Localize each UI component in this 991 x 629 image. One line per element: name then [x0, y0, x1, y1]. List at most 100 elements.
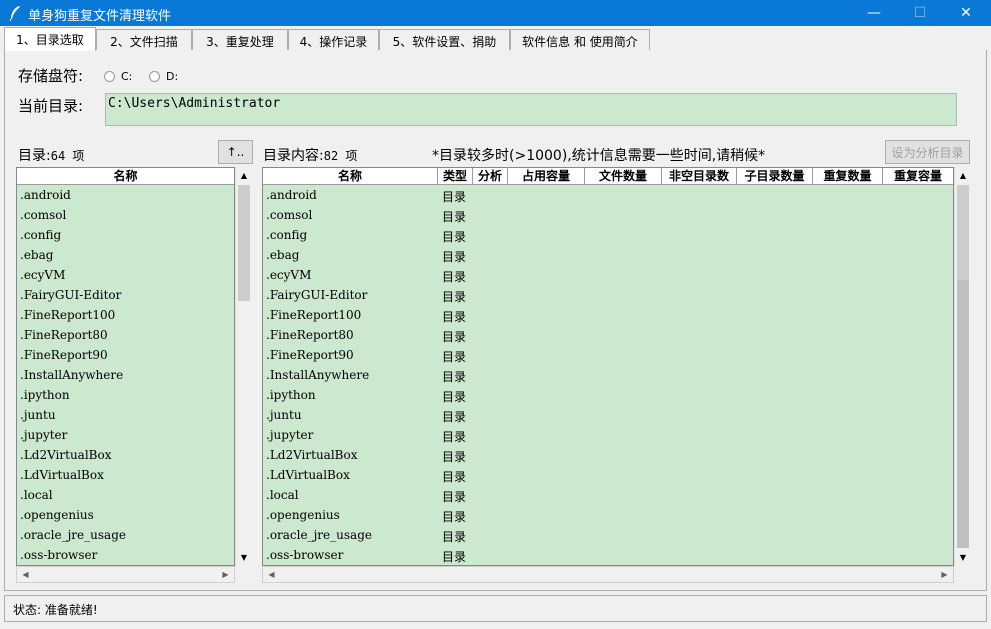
list-item[interactable]: .local — [17, 486, 234, 506]
list-item[interactable]: .jupyter — [17, 426, 234, 446]
scroll-thumb[interactable] — [238, 185, 250, 301]
table-row[interactable]: .InstallAnywhere 目录 — [263, 366, 953, 386]
current-dir-label: 当前目录: — [18, 97, 84, 115]
table-row[interactable]: .opengenius 目录 — [263, 506, 953, 526]
tab-software-info[interactable]: 软件信息 和 使用简介 — [510, 29, 650, 50]
row-name: .comsol — [266, 208, 313, 222]
list-item[interactable]: .opengenius — [17, 506, 234, 526]
table-row[interactable]: .local 目录 — [263, 486, 953, 506]
column-header-name[interactable]: 名称 — [17, 168, 234, 185]
scroll-track[interactable] — [957, 280, 969, 548]
row-type: 目录 — [442, 450, 467, 464]
row-type: 目录 — [442, 310, 467, 324]
list-item[interactable]: .ipython — [17, 386, 234, 406]
column-header-subdir-count[interactable]: 子目录数量 — [737, 168, 813, 185]
tab-operation-log[interactable]: 4、操作记录 — [288, 29, 379, 50]
column-header-nonempty-dirs[interactable]: 非空目录数 — [662, 168, 737, 185]
directory-list[interactable]: 名称 .android .comsol .config .ebag .ecyVM .Fai… — [16, 167, 235, 566]
scroll-up-icon[interactable]: ▲ — [955, 167, 971, 184]
column-header-file-count[interactable]: 文件数量 — [585, 168, 662, 185]
drive-label: 存储盘符: — [18, 67, 84, 85]
column-header-name[interactable]: 名称 — [263, 168, 438, 185]
directory-content-table[interactable]: 名称 类型 分析 占用容量 文件数量 非空目录数 子目录数量 重复数量 重复容量… — [262, 167, 954, 566]
table-row[interactable]: .comsol 目录 — [263, 206, 953, 226]
scroll-down-icon[interactable]: ▼ — [955, 549, 971, 566]
list-item-name: .local — [20, 488, 53, 502]
column-header-dup-size[interactable]: 重复容量 — [883, 168, 953, 185]
list-item[interactable]: .config — [17, 226, 234, 246]
left-count: 目录:64 项 — [18, 148, 85, 164]
row-type: 目录 — [442, 390, 467, 404]
table-row[interactable]: .oracle_jre_usage 目录 — [263, 526, 953, 546]
row-name: .FineReport80 — [266, 328, 354, 342]
table-row[interactable]: .ecyVM 目录 — [263, 266, 953, 286]
maximize-button[interactable]: ☐ — [897, 0, 943, 26]
tab-settings-donate[interactable]: 5、软件设置、捐助 — [379, 29, 510, 50]
row-name: .jupyter — [266, 428, 314, 442]
list-item[interactable]: .FineReport90 — [17, 346, 234, 366]
tab-duplicate-handling[interactable]: 3、重复处理 — [192, 29, 288, 50]
drive-radio-d[interactable]: D: — [149, 70, 178, 83]
list-item[interactable]: .FineReport80 — [17, 326, 234, 346]
row-name: .oracle_jre_usage — [266, 528, 372, 542]
status-bar: 状态: 准备就绪! — [4, 595, 987, 622]
list-item[interactable]: .android — [17, 186, 234, 206]
scroll-thumb[interactable] — [957, 185, 969, 280]
close-button[interactable]: ✕ — [943, 0, 989, 26]
parent-dir-button[interactable]: ↑.. — [218, 140, 253, 164]
list-item[interactable]: .FairyGUI-Editor — [17, 286, 234, 306]
row-type: 目录 — [442, 290, 467, 304]
scroll-left-icon[interactable]: ◀ — [263, 567, 280, 582]
scroll-left-icon[interactable]: ◀ — [17, 567, 34, 582]
list-item[interactable]: .oss-browser — [17, 546, 234, 565]
scroll-down-icon[interactable]: ▼ — [236, 549, 252, 566]
maximize-icon: ☐ — [913, 5, 927, 21]
window-title: 单身狗重复文件清理软件 — [28, 9, 172, 24]
table-row[interactable]: .FairyGUI-Editor 目录 — [263, 286, 953, 306]
current-dir-field[interactable]: C:\Users\Administrator — [105, 93, 957, 126]
tab-file-scan[interactable]: 2、文件扫描 — [96, 29, 192, 50]
table-row[interactable]: .ipython 目录 — [263, 386, 953, 406]
row-type: 目录 — [442, 530, 467, 544]
minimize-button[interactable]: — — [851, 0, 897, 26]
list-item[interactable]: .comsol — [17, 206, 234, 226]
table-row[interactable]: .FineReport100 目录 — [263, 306, 953, 326]
tab-directory-select[interactable]: 1、目录选取 — [4, 27, 96, 51]
right-vertical-scrollbar[interactable]: ▲ ▼ — [954, 167, 971, 566]
list-item[interactable]: .LdVirtualBox — [17, 466, 234, 486]
row-name: .local — [266, 488, 299, 502]
list-item[interactable]: .FineReport100 — [17, 306, 234, 326]
table-row[interactable]: .juntu 目录 — [263, 406, 953, 426]
table-row[interactable]: .LdVirtualBox 目录 — [263, 466, 953, 486]
list-item-name: .LdVirtualBox — [20, 468, 104, 482]
row-name: .FineReport90 — [266, 348, 354, 362]
table-row[interactable]: .FineReport90 目录 — [263, 346, 953, 366]
table-row[interactable]: .oss-browser 目录 — [263, 546, 953, 565]
table-row[interactable]: .ebag 目录 — [263, 246, 953, 266]
table-row[interactable]: .android 目录 — [263, 186, 953, 206]
list-item[interactable]: .InstallAnywhere — [17, 366, 234, 386]
left-vertical-scrollbar[interactable]: ▲ ▼ — [235, 167, 252, 566]
set-analysis-dir-button[interactable]: 设为分析目录 — [885, 140, 970, 164]
column-header-size[interactable]: 占用容量 — [508, 168, 585, 185]
scroll-right-icon[interactable]: ▶ — [936, 567, 953, 582]
row-type: 目录 — [442, 370, 467, 384]
column-header-dup-count[interactable]: 重复数量 — [813, 168, 883, 185]
table-row[interactable]: .jupyter 目录 — [263, 426, 953, 446]
scroll-up-icon[interactable]: ▲ — [236, 167, 252, 184]
column-header-type[interactable]: 类型 — [438, 168, 473, 185]
table-row[interactable]: .config 目录 — [263, 226, 953, 246]
list-item[interactable]: .oracle_jre_usage — [17, 526, 234, 546]
left-horizontal-scrollbar[interactable]: ◀ ▶ — [16, 566, 235, 583]
table-row[interactable]: .Ld2VirtualBox 目录 — [263, 446, 953, 466]
column-header-analysis[interactable]: 分析 — [473, 168, 508, 185]
list-item[interactable]: .ecyVM — [17, 266, 234, 286]
list-item[interactable]: .juntu — [17, 406, 234, 426]
scroll-right-icon[interactable]: ▶ — [217, 567, 234, 582]
table-row[interactable]: .FineReport80 目录 — [263, 326, 953, 346]
right-horizontal-scrollbar[interactable]: ◀ ▶ — [262, 566, 954, 583]
list-item[interactable]: .ebag — [17, 246, 234, 266]
drive-radio-c[interactable]: C: — [104, 70, 132, 83]
list-item[interactable]: .Ld2VirtualBox — [17, 446, 234, 466]
list-item-name: .ecyVM — [20, 268, 66, 282]
